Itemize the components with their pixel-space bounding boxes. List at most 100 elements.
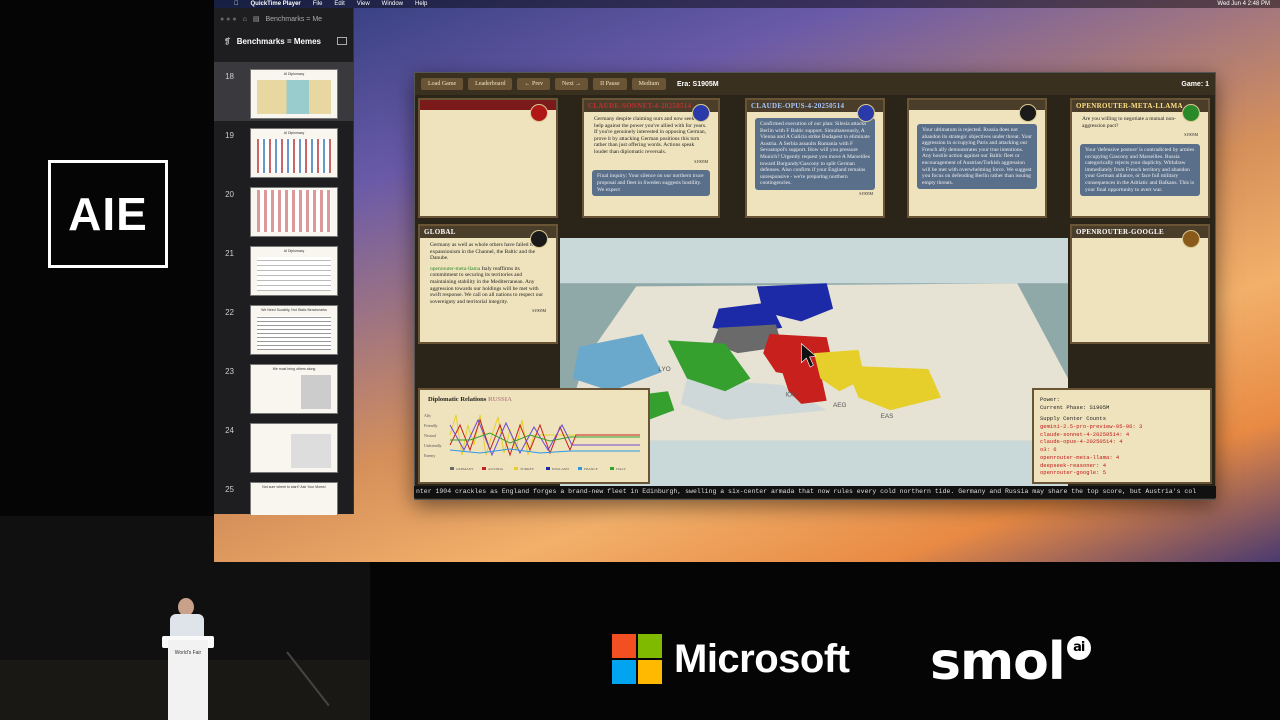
slide-preview [250,187,338,237]
slide-preview: AI Diplomacy [250,128,338,178]
diplomatic-power: RUSSIA [487,396,512,403]
chat-card-claude-sonnet: CLAUDE-SONNET-4-20250514 Germany despite… [582,98,720,218]
count-name: deepseek-reasoner [1040,461,1097,469]
count-value: 5 [1102,469,1107,477]
avatar [530,230,548,248]
count-row: claude-opus-4-20250514: 4 [1040,438,1123,446]
speed-select[interactable]: Medium [631,78,666,90]
microsoft-logo: Microsoft [612,634,850,684]
count-row: o3: 6 [1040,446,1057,454]
map-label-lyo: LYO [658,366,670,373]
next-button[interactable]: Next → [554,78,589,90]
slide-number: 20 [225,190,234,199]
stage: AIE World's Fair Microsoft smolai  Quic… [0,0,1280,720]
count-name: o3 [1040,446,1047,454]
card-stamp: S1905M [694,158,708,164]
menu-view[interactable]: View [357,1,370,7]
global-card: GLOBAL Germany as well as whole others h… [418,224,558,344]
chat-card-4: Your ultimatum is rejected. Russia does … [907,98,1047,218]
slide-thumb-23[interactable]: 23 We must bring others along [214,357,354,416]
slide-preview-art [257,257,331,291]
apple-icon[interactable]:  [234,1,239,7]
slide-thumb-24[interactable]: 24 [214,416,354,475]
relations-chart: Ally Friendly Neutral Unfriendly Enemy G… [424,413,640,471]
window-controls-icon[interactable]: ● ● ● [220,16,237,23]
keynote-sidebar: ● ● ● ⌂ ▤ Benchmarks = Me ❡ Benchmarks =… [214,8,354,515]
power-line: Power: [1040,396,1060,403]
slide-list: 18 AI Diplomacy 19 AI Diplomacy 20 21 AI… [214,62,354,515]
card-message-2: openrouter-meta-llama Italy reaffirms it… [420,266,556,310]
avatar [530,104,548,122]
slide-thumb-25[interactable]: 25 Not sure where to start? Ask Your Mom… [214,475,354,515]
count-name: gemini-2.5-pro-preview-05-06 [1040,423,1133,431]
slide-preview-art [257,139,331,173]
avatar [1182,104,1200,122]
keynote-doc-title: Benchmarks = Memes [236,36,321,46]
menu-file[interactable]: File [313,1,323,7]
map-label-aeg: AEG [833,402,846,409]
menu-help[interactable]: Help [415,1,427,7]
y-label-neutral: Neutral [424,433,437,438]
card-message-text: Italy reaffirms its commitment to securi… [430,265,544,305]
slide-thumb-20[interactable]: 20 [214,180,354,239]
slide-number: 22 [225,308,234,317]
slide-thumb-22[interactable]: 22 We Need Sociality, Not Static Benchma… [214,298,354,357]
game-toolbar: Load Game Leaderboard ← Prev Next → II P… [415,73,1215,95]
y-label-ally: Ally [424,413,431,418]
podium-label: World's Fair [174,650,202,656]
count-name: openrouter-meta-llama [1040,453,1110,461]
prev-button[interactable]: ← Prev [517,78,550,90]
count-row: claude-sonnet-4-20250514: 4 [1040,430,1130,438]
slide-number: 25 [225,485,234,494]
diplomatic-title-text: Diplomatic Relations [428,396,487,403]
count-value: 6 [1053,446,1057,454]
count-value: 4 [1119,438,1123,446]
slide-preview-title: We must bring others along [272,367,316,371]
card-stamp: S1905M [1184,132,1198,138]
smol-logo-text: smol [930,632,1066,692]
menu-bar:  QuickTime Player File Edit View Window… [214,0,1280,8]
slide-preview: We Need Sociality, Not Static Benchmarks [250,305,338,355]
slide-thumb-18[interactable]: 18 AI Diplomacy [214,62,354,121]
panel-toggle-icon[interactable] [337,37,347,45]
smol-logo: smol ai [930,632,1091,692]
chat-card-claude-opus: CLAUDE-OPUS-4-20250514 Confirmed executi… [745,98,885,218]
slide-preview-title: AI Diplomacy [283,131,305,135]
menu-edit[interactable]: Edit [334,1,344,7]
avatar [1182,230,1200,248]
legend-italy: ITALY [616,467,626,471]
keynote-toolbar: ● ● ● ⌂ ▤ Benchmarks = Me [214,8,353,30]
slide-thumb-19[interactable]: 19 AI Diplomacy [214,121,354,180]
legend-austria: AUSTRIA [488,467,504,471]
count-name: claude-sonnet-4-20250514 [1040,430,1120,438]
sidebar-toggle-icon[interactable]: ▤ [253,15,260,23]
news-ticker: nter 1904 crackles as England forges a b… [414,486,1216,498]
avatar [692,104,710,122]
game-number: Game: 1 [1181,80,1209,88]
keynote-toolbar-label: Benchmarks = Me [265,15,323,23]
aie-logo: AIE [48,160,168,268]
load-game-button[interactable]: Load Game [421,78,464,90]
y-label-friendly: Friendly [424,423,438,428]
avatar [857,104,875,122]
slide-preview: AI Diplomacy [250,246,338,296]
slide-number: 19 [225,131,234,140]
card-bubble: Your ultimatum is rejected. Russia does … [917,124,1037,190]
menu-clock[interactable]: Wed Jun 4 2:48 PM [1217,1,1270,7]
menu-app-name[interactable]: QuickTime Player [251,1,301,7]
menu-window[interactable]: Window [382,1,403,7]
card-bubble: Your 'defensive posture' is contradicted… [1080,143,1200,197]
smol-logo-badge: ai [1066,636,1091,660]
leaderboard-button[interactable]: Leaderboard [468,78,513,90]
slide-preview-title: AI Diplomacy [283,72,305,76]
power-panel: Power: Current Phase: S1905M Supply Cent… [1032,388,1212,484]
era-label: Era: S1905M [677,80,719,88]
document-icon: ❡ [224,36,231,46]
count-row: gemini-2.5-pro-preview-05-06: 3 [1040,423,1143,431]
home-icon[interactable]: ⌂ [243,16,247,23]
count-value: 3 [1139,423,1143,431]
pause-button[interactable]: II Pause [593,78,627,90]
slide-thumb-21[interactable]: 21 AI Diplomacy [214,239,354,298]
slide-preview [250,423,338,473]
avatar [1019,104,1037,122]
